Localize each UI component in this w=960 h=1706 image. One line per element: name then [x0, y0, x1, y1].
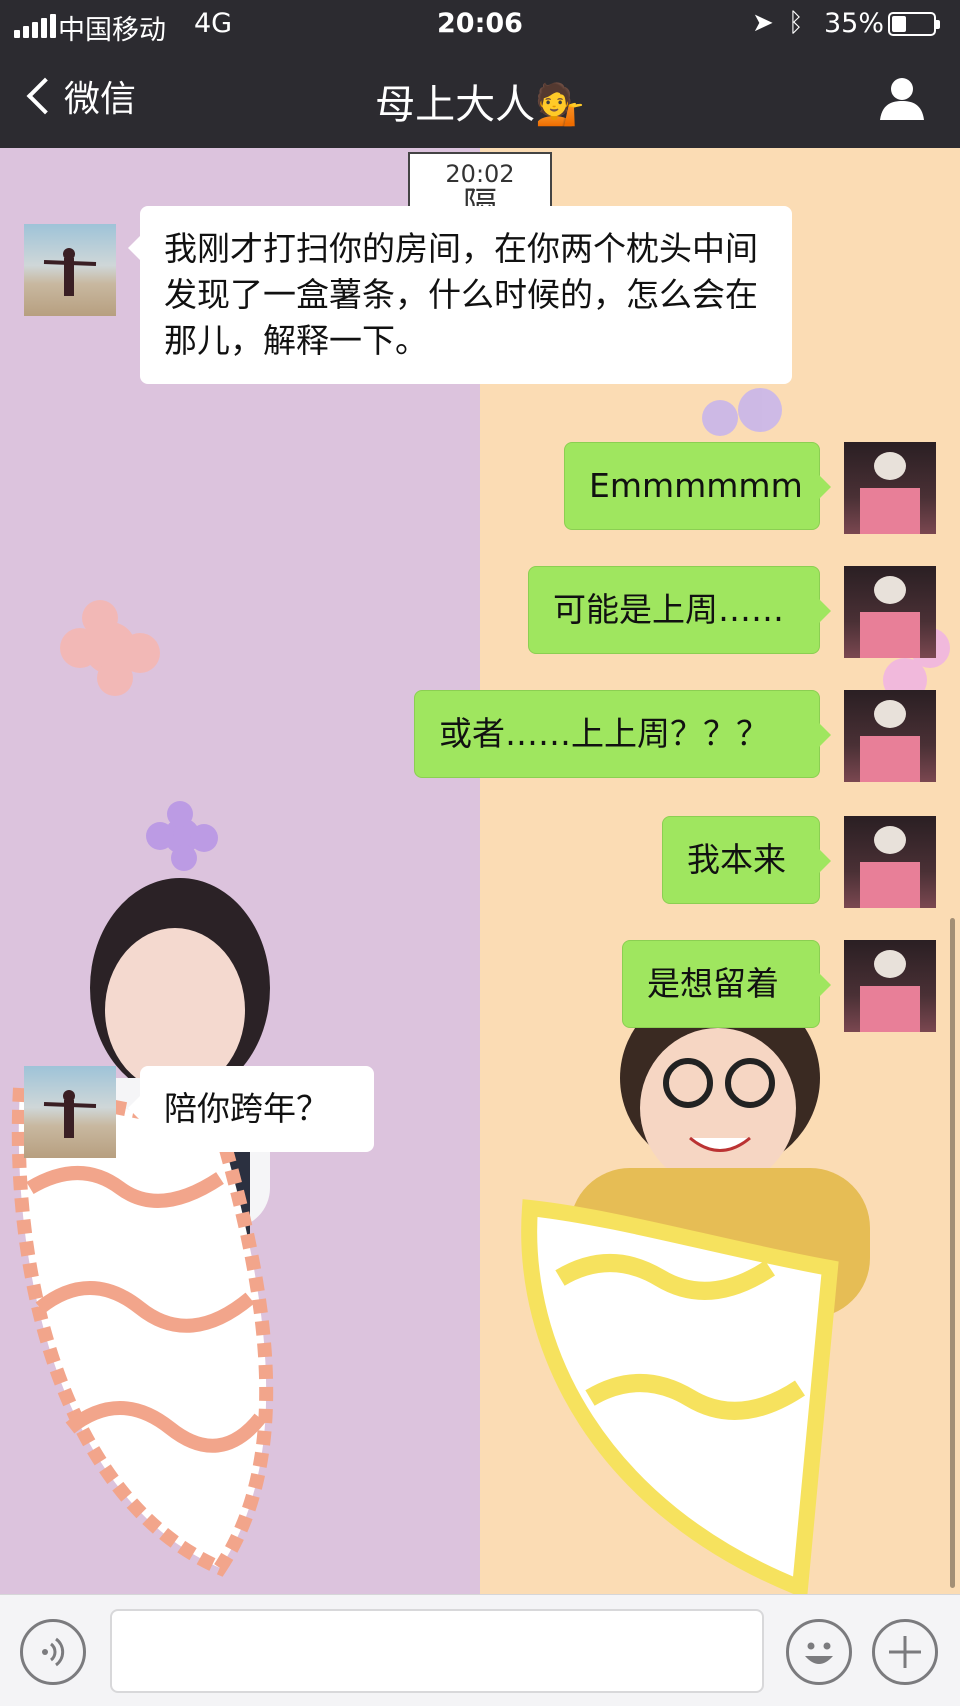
voice-button[interactable]	[20, 1619, 86, 1685]
avatar-photo-girl	[860, 576, 920, 658]
message-bubble-incoming[interactable]: 我刚才打扫你的房间，在你两个枕头中间发现了一盒薯条，什么时候的，怎么会在那儿，解…	[128, 206, 792, 384]
avatar-photo-girl	[860, 700, 920, 782]
timestamp-text: 20:02	[445, 160, 515, 188]
avatar-self[interactable]	[844, 566, 936, 658]
top-bar: 中国移动 4G 20:06 ➤ ᛒ 35% 微信 母上大人💁	[0, 0, 960, 148]
avatar-photo-beach	[43, 1090, 97, 1138]
avatar-self[interactable]	[844, 690, 936, 782]
avatar-mom[interactable]	[24, 1066, 116, 1158]
avatar-photo-girl	[860, 452, 920, 534]
emoji-icon	[805, 1642, 833, 1664]
left-sticker	[11, 878, 274, 1577]
emoji-button[interactable]	[786, 1619, 852, 1685]
avatar-photo-girl	[860, 950, 920, 1032]
nav-bar: 微信 母上大人💁	[0, 48, 960, 148]
chat-scrollbar[interactable]	[950, 918, 955, 1588]
avatar-self[interactable]	[844, 940, 936, 1032]
avatar-self[interactable]	[844, 442, 936, 534]
plus-icon	[889, 1636, 921, 1668]
bluetooth-icon: ᛒ	[788, 8, 804, 38]
location-arrow-icon: ➤	[752, 8, 774, 38]
input-bar	[0, 1594, 960, 1706]
avatar-photo-beach	[43, 248, 97, 296]
message-bubble-outgoing[interactable]: 或者……上上周？？？	[414, 690, 831, 778]
avatar-mom[interactable]	[24, 224, 116, 316]
message-bubble-outgoing[interactable]: 我本来	[662, 816, 831, 904]
battery-icon	[888, 12, 940, 36]
message-bubble-outgoing[interactable]: Emmmmmm	[564, 442, 831, 530]
battery-percent: 35%	[824, 8, 885, 39]
status-bar: 中国移动 4G 20:06 ➤ ᛒ 35%	[0, 0, 960, 48]
message-bubble-outgoing[interactable]: 是想留着	[622, 940, 831, 1028]
voice-icon	[42, 1637, 65, 1667]
status-time: 20:06	[437, 8, 523, 39]
message-input[interactable]	[110, 1609, 764, 1693]
person-icon[interactable]	[878, 74, 926, 122]
chat-title: 母上大人💁	[375, 82, 585, 128]
avatar-photo-girl	[860, 826, 920, 908]
message-bubble-incoming[interactable]: 陪你跨年？	[128, 1066, 374, 1152]
battery-level	[892, 16, 906, 32]
chat-area[interactable]: 20:02 隔 我刚才打扫你的房间，在你两个枕头中间发现了一盒薯条，什么时候的，…	[0, 148, 960, 1594]
right-sticker	[521, 983, 870, 1594]
message-bubble-outgoing[interactable]: 可能是上周……	[528, 566, 831, 654]
avatar-self[interactable]	[844, 816, 936, 908]
more-options-button[interactable]	[872, 1619, 938, 1685]
